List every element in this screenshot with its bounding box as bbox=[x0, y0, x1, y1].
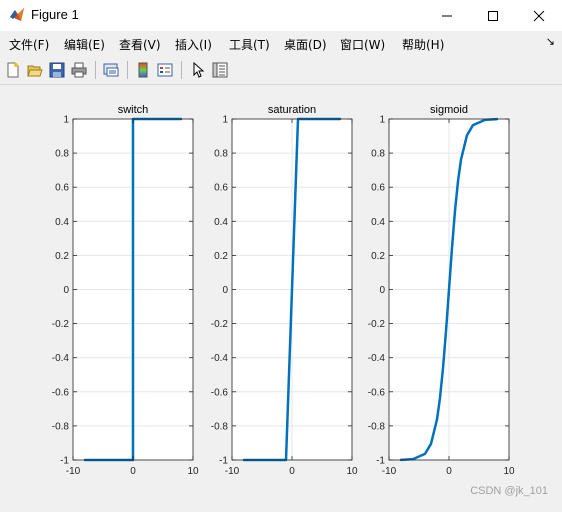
y-tick-label: -1 bbox=[60, 456, 69, 467]
link-plot-icon bbox=[103, 63, 119, 77]
y-tick-label: -0.2 bbox=[52, 319, 70, 330]
x-tick-label: 0 bbox=[130, 466, 136, 477]
y-tick-label: 0 bbox=[63, 285, 69, 296]
x-tick-label: -10 bbox=[382, 466, 397, 477]
subplot-switch: 1 0.8 0.6 0.4 0.2 0 -0.2 -0.4 -0.6 -0.8 -1-10 0 10 sw… bbox=[52, 104, 199, 477]
y-tick-label: -1 bbox=[219, 456, 228, 467]
minimize-button[interactable] bbox=[424, 0, 470, 31]
maximize-button[interactable] bbox=[470, 0, 516, 31]
open-file-button[interactable] bbox=[25, 60, 45, 80]
x-tick-label: 0 bbox=[446, 466, 452, 477]
y-tick-label: 0.6 bbox=[371, 183, 385, 194]
close-icon bbox=[533, 10, 545, 21]
y-tick-label: 1 bbox=[222, 115, 228, 126]
print-button[interactable] bbox=[69, 60, 89, 80]
insert-legend-button[interactable] bbox=[155, 60, 175, 80]
y-tick-label: -0.8 bbox=[211, 421, 229, 432]
y-tick-label: 0 bbox=[379, 285, 385, 296]
y-tick-label: -1 bbox=[376, 456, 385, 467]
menu-insert[interactable]: 插入(I) bbox=[175, 36, 212, 53]
x-tick-label: -10 bbox=[225, 466, 240, 477]
link-plot-button[interactable] bbox=[101, 60, 121, 80]
toolbar-separator bbox=[181, 61, 182, 79]
menu-desktop[interactable]: 桌面(D) bbox=[284, 36, 327, 53]
y-tick-label: 1 bbox=[63, 115, 69, 126]
save-icon bbox=[49, 62, 65, 78]
y-tick-label: 0 bbox=[222, 285, 228, 296]
y-tick-label: -0.6 bbox=[52, 387, 70, 398]
figure-toolbar bbox=[0, 56, 562, 85]
menu-window[interactable]: 窗口(W) bbox=[340, 36, 385, 53]
title-bar: Figure 1 bbox=[0, 0, 562, 31]
y-tick-label: -0.6 bbox=[211, 387, 229, 398]
y-tick-label: 0.4 bbox=[214, 217, 228, 228]
toolbar-separator bbox=[95, 61, 96, 79]
property-inspector-icon bbox=[212, 62, 228, 78]
y-tick-label: -0.6 bbox=[368, 387, 386, 398]
close-button[interactable] bbox=[516, 0, 562, 31]
subplot-title: saturation bbox=[268, 104, 316, 116]
figure-canvas: 1 0.8 0.6 0.4 0.2 0 -0.2 -0.4 -0.6 -0.8 -1 -10 0 10 sw… bbox=[0, 85, 562, 507]
save-button[interactable] bbox=[47, 60, 67, 80]
x-tick-label: 0 bbox=[289, 466, 295, 477]
y-tick-label: 1 bbox=[379, 115, 385, 126]
menu-edit[interactable]: 编辑(E) bbox=[64, 36, 105, 53]
y-tick-label: 0.8 bbox=[371, 149, 385, 160]
minimize-icon bbox=[442, 15, 452, 16]
y-tick-label: -0.8 bbox=[52, 421, 70, 432]
y-tick-label: 0.4 bbox=[55, 217, 69, 228]
menu-tools[interactable]: 工具(T) bbox=[229, 36, 270, 53]
edit-plot-icon bbox=[193, 62, 205, 78]
x-tick-label: 10 bbox=[346, 466, 358, 477]
y-tick-label: 0.2 bbox=[371, 251, 385, 262]
insert-colorbar-button[interactable] bbox=[133, 60, 153, 80]
y-tick-label: -0.2 bbox=[211, 319, 229, 330]
subplots: 10.80.60.40.20-0.2-0.4-0.6-0.8-1-10 0 10sw… bbox=[52, 104, 515, 477]
menu-bar: 文件(F) 编辑(E) 查看(V) 插入(I) 工具(T) 桌面(D) 窗口(W… bbox=[0, 31, 562, 55]
edit-plot-button[interactable] bbox=[188, 60, 208, 80]
matlab-icon bbox=[10, 8, 24, 21]
y-tick-label: 0.8 bbox=[55, 149, 69, 160]
x-tick-label: 10 bbox=[503, 466, 515, 477]
watermark: CSDN @jk_101 bbox=[470, 485, 548, 497]
menu-help[interactable]: 帮助(H) bbox=[402, 36, 444, 53]
insert-legend-icon bbox=[157, 63, 173, 77]
y-tick-label: -0.4 bbox=[211, 353, 229, 364]
y-tick-label: 0.2 bbox=[55, 251, 69, 262]
y-tick-label: 0.8 bbox=[214, 149, 228, 160]
y-tick-label: 0.2 bbox=[214, 251, 228, 262]
y-tick-label: 0.4 bbox=[371, 217, 385, 228]
x-tick-label: 10 bbox=[187, 466, 199, 477]
new-figure-button[interactable] bbox=[3, 60, 23, 80]
insert-colorbar-icon bbox=[138, 62, 148, 78]
subplot-sigmoid: 1 0.8 0.6 0.4 0.2 0 -0.2 -0.4 -0.6 -0.8 -1-10 0 10 si… bbox=[368, 104, 515, 477]
y-tick-label: -0.4 bbox=[52, 353, 70, 364]
x-tick-label: -10 bbox=[66, 466, 81, 477]
y-tick-label: -0.2 bbox=[368, 319, 386, 330]
property-inspector-button[interactable] bbox=[210, 60, 230, 80]
subplot-title: sigmoid bbox=[430, 104, 468, 116]
y-tick-label: -0.4 bbox=[368, 353, 386, 364]
maximize-icon bbox=[488, 10, 498, 21]
menu-view[interactable]: 查看(V) bbox=[119, 36, 161, 53]
y-tick-label: -0.8 bbox=[368, 421, 386, 432]
new-figure-icon bbox=[7, 62, 19, 78]
menu-overflow-icon[interactable]: ↘ bbox=[546, 35, 555, 48]
open-file-icon bbox=[27, 65, 43, 77]
subplot-saturation: 1 0.8 0.6 0.4 0.2 0 -0.2 -0.4 -0.6 -0.8 -1-10 0 10 sa… bbox=[211, 104, 358, 477]
print-icon bbox=[71, 62, 87, 78]
toolbar-separator bbox=[127, 61, 128, 79]
y-tick-label: 0.6 bbox=[55, 183, 69, 194]
subplot-title: switch bbox=[118, 104, 149, 116]
menu-file[interactable]: 文件(F) bbox=[9, 36, 49, 53]
window-title: Figure 1 bbox=[31, 7, 79, 22]
y-tick-label: 0.6 bbox=[214, 183, 228, 194]
